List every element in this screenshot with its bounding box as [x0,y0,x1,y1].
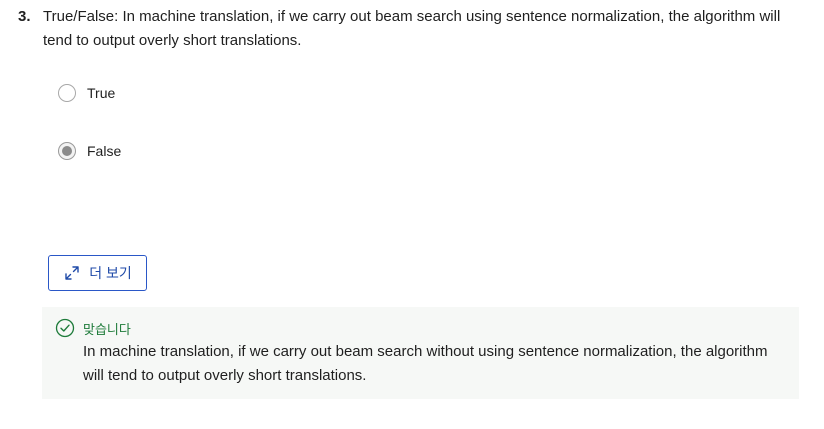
radio-true[interactable] [58,84,76,102]
option-label-true: True [87,85,116,101]
option-label-false: False [87,143,122,159]
option-true[interactable]: True [58,84,115,102]
see-more-label: 더 보기 [89,265,132,281]
feedback-explanation: In machine translation, if we carry out … [83,343,768,384]
feedback-status-label: 맞습니다 [83,321,131,337]
question: 3. True/False: In machine translation, i… [18,5,798,53]
option-false[interactable]: False [58,142,121,160]
radio-selected-dot [62,146,72,156]
check-circle-icon [55,318,75,338]
feedback-status: 맞습니다 [55,318,131,338]
feedback-panel: 맞습니다 In machine translation, if we carry… [42,307,799,399]
radio-false[interactable] [58,142,76,160]
question-text: True/False: In machine translation, if w… [43,8,781,49]
expand-icon [65,266,79,280]
question-number: 3. [18,8,31,25]
see-more-button[interactable]: 더 보기 [48,255,147,291]
